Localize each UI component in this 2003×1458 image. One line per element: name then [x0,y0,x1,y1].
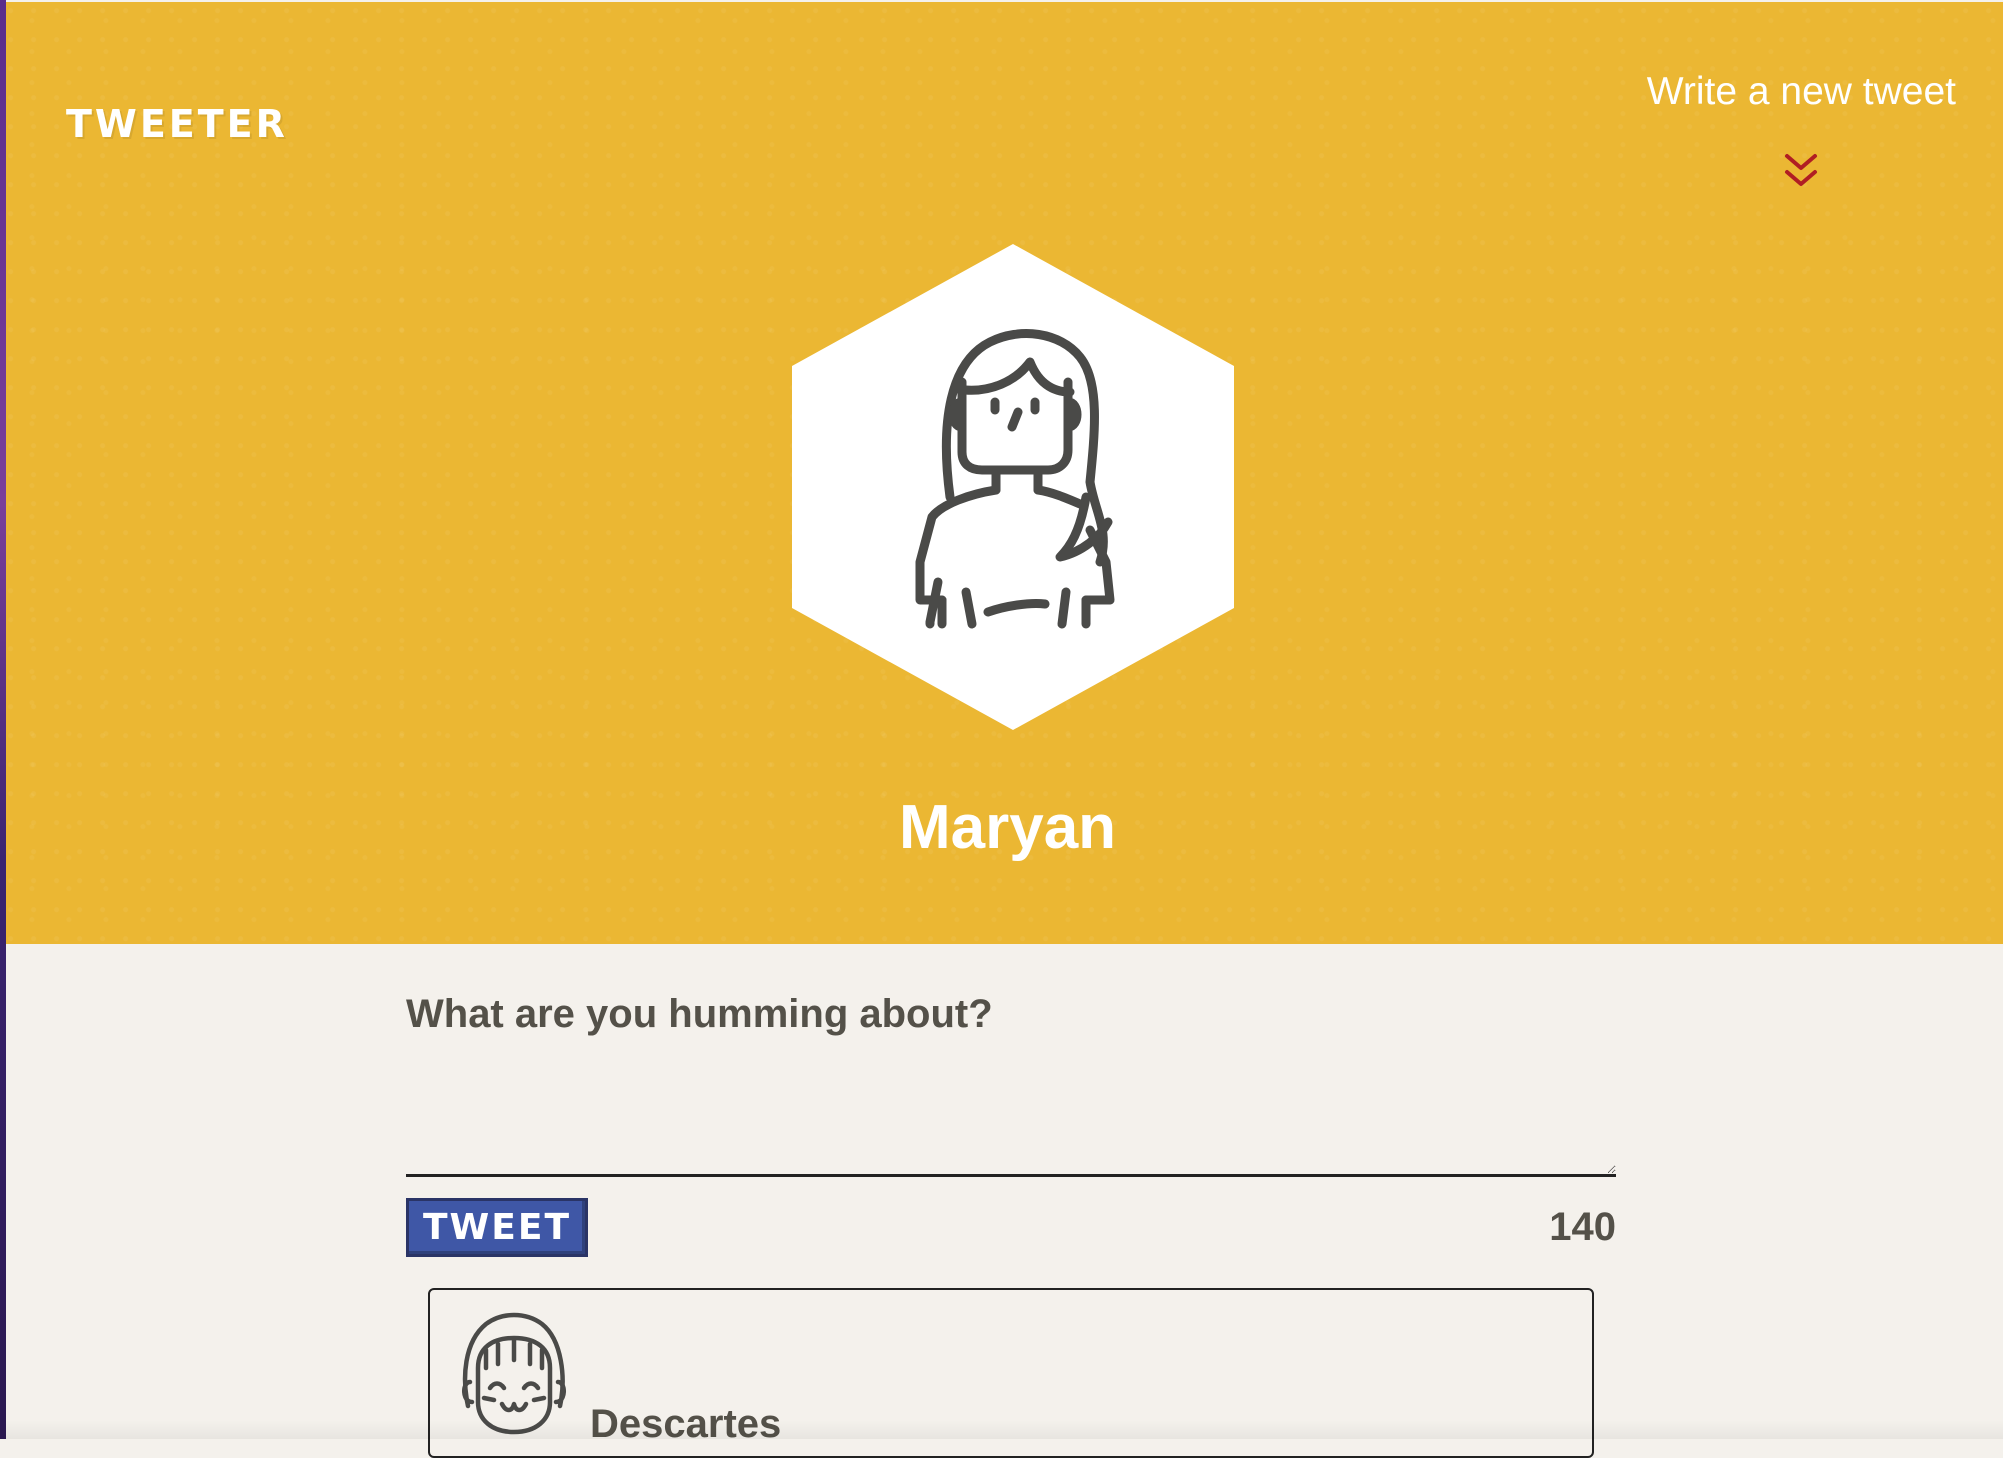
brand-logo[interactable]: TWEETER [66,102,288,146]
new-tweet-composer: What are you humming about? TWEET 140 [406,992,1616,1257]
profile-user-name: Maryan [898,793,1117,862]
tweet-text-input[interactable] [406,1067,1616,1177]
write-new-tweet-toggle[interactable]: Write a new tweet [1647,70,1956,192]
tweet-author-name: Descartes [590,1402,782,1446]
tweet-card: Descartes [428,1288,1594,1458]
woman-avatar-icon [792,244,1234,730]
smiling-girl-avatar-icon [462,1312,566,1435]
write-new-tweet-label[interactable]: Write a new tweet [1647,70,1956,114]
char-counter: 140 [1549,1205,1616,1249]
composer-actions: TWEET 140 [406,1198,1616,1257]
profile-header: TWEETER Write a new tweet Maryan [6,2,2003,944]
composer-prompt: What are you humming about? [406,992,993,1036]
tweet-button[interactable]: TWEET [406,1198,589,1257]
double-chevron-down-icon[interactable] [1783,152,1819,192]
